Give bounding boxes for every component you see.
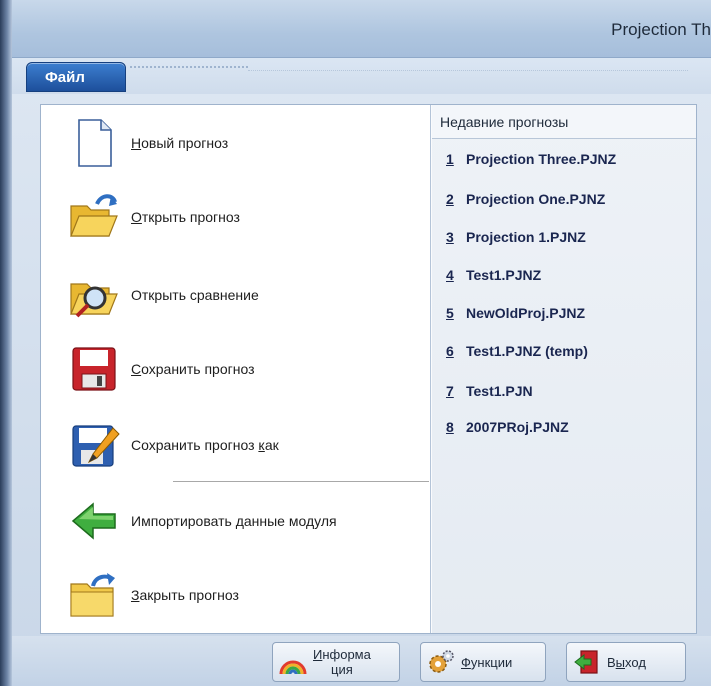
recent-item[interactable]: 8 2007PRoj.PJNZ <box>446 419 692 443</box>
open-forecast-label: Открыть прогноз <box>131 209 240 225</box>
tab-file[interactable]: Файл <box>26 62 126 92</box>
save-forecast-as-button[interactable]: Сохранить прогноз как <box>67 417 427 473</box>
exit-label: Выход <box>607 654 646 670</box>
new-forecast-button[interactable]: Новый прогноз <box>67 115 427 171</box>
ribbon-tab-placeholder <box>130 66 248 74</box>
exit-button[interactable]: Выход <box>566 642 686 682</box>
gears-icon <box>427 648 455 676</box>
new-forecast-label: Новый прогноз <box>131 135 229 151</box>
tab-file-label: Файл <box>45 69 85 86</box>
recent-item[interactable]: 2 Projection One.PJNZ <box>446 191 692 215</box>
recent-item[interactable]: 5 NewOldProj.PJNZ <box>446 305 692 329</box>
recent-item[interactable]: 4 Test1.PJNZ <box>446 267 692 291</box>
open-forecast-button[interactable]: Открыть прогноз <box>67 189 427 245</box>
new-document-icon <box>67 116 121 170</box>
file-commands-pane: Новый прогноз Открыть прогноз Открыть ср… <box>41 105 431 633</box>
file-menu-panel: Новый прогноз Открыть прогноз Открыть ср… <box>40 104 697 634</box>
import-module-data-button[interactable]: Импортировать данные модуля <box>67 493 427 549</box>
save-forecast-button[interactable]: Сохранить прогноз <box>67 341 427 397</box>
recent-item[interactable]: 1 Projection Three.PJNZ <box>446 151 692 175</box>
close-forecast-label: Закрыть прогноз <box>131 587 239 603</box>
recent-item[interactable]: 7 Test1.PJN <box>446 383 692 407</box>
save-forecast-label: Сохранить прогноз <box>131 361 255 377</box>
ribbon-tab-divider <box>248 70 688 74</box>
application-window: Projection Th Файл Новый прогноз Открыть… <box>0 0 711 686</box>
rainbow-icon <box>279 648 307 676</box>
save-forecast-as-label: Сохранить прогноз как <box>131 437 279 453</box>
title-bar: Projection Th <box>12 0 711 58</box>
open-folder-icon <box>67 190 121 244</box>
recent-forecasts-pane: Недавние прогнозы 1 Projection Three.PJNZ… <box>432 105 696 633</box>
recent-item[interactable]: 3 Projection 1.PJNZ <box>446 229 692 253</box>
recent-item[interactable]: 6 Test1.PJNZ (temp) <box>446 343 692 367</box>
window-title: Projection Th <box>611 20 711 39</box>
close-forecast-button[interactable]: Закрыть прогноз <box>67 567 427 623</box>
functions-label: Функции <box>461 654 513 670</box>
exit-door-icon <box>573 648 601 676</box>
save-icon <box>67 342 121 396</box>
close-folder-icon <box>67 568 121 622</box>
recent-forecasts-header: Недавние прогнозы <box>432 105 696 139</box>
save-as-icon <box>67 418 121 472</box>
information-label: Информа ция <box>313 647 371 677</box>
import-module-data-label: Импортировать данные модуля <box>131 513 337 529</box>
open-comparison-label: Открыть сравнение <box>131 287 259 303</box>
information-button[interactable]: Информа ция <box>272 642 400 682</box>
window-left-edge <box>0 0 12 686</box>
command-separator <box>173 481 429 482</box>
open-comparison-icon <box>67 268 121 322</box>
import-arrow-icon <box>67 494 121 548</box>
functions-button[interactable]: Функции <box>420 642 546 682</box>
open-comparison-button[interactable]: Открыть сравнение <box>67 267 427 323</box>
